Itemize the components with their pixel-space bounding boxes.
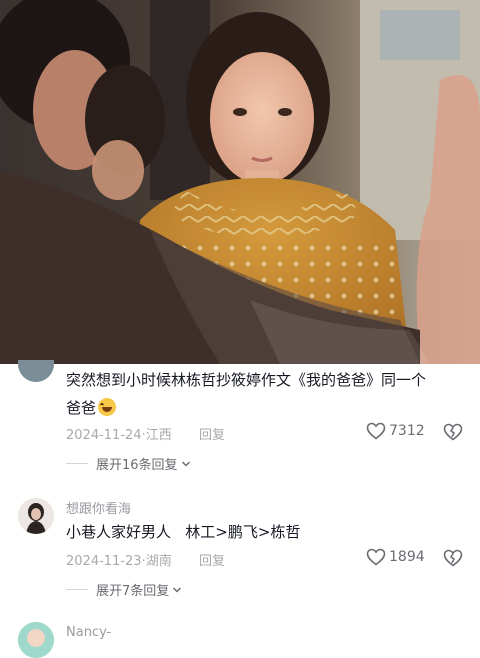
avatar[interactable]	[18, 622, 54, 658]
expand-replies-label: 展开7条回复	[96, 584, 170, 599]
reply-button[interactable]: 回复	[199, 550, 225, 569]
comment-text: 突然想到小时候林栋哲抄筱婷作文《我的爸爸》同一个 爸爸	[66, 366, 426, 422]
avatar-image	[18, 622, 54, 658]
divider-line	[66, 463, 88, 464]
chevron-down-icon	[181, 460, 190, 467]
broken-heart-icon	[443, 423, 463, 441]
expand-replies-button[interactable]: 展开7条回复	[66, 580, 182, 599]
comment-list: 突然想到小时候林栋哲抄筱婷作文《我的爸爸》同一个 爸爸 2024-11-24·江…	[0, 360, 480, 658]
expand-replies-button[interactable]: 展开16条回复	[66, 454, 191, 473]
avatar[interactable]	[18, 360, 54, 382]
comment-date: 2024-11-24	[66, 428, 142, 443]
heart-outline-icon	[366, 422, 386, 440]
laugh-cry-emoji	[98, 398, 117, 416]
dislike-button[interactable]	[443, 423, 463, 445]
comment-location: 江西	[145, 428, 172, 443]
reply-button[interactable]: 回复	[199, 424, 225, 443]
comment-meta: 2024-11-23·湖南	[66, 554, 172, 569]
avatar-image	[18, 498, 54, 534]
comment-text: 小巷人家好男人 林工>鹏飞>栋哲	[66, 523, 301, 541]
comment-username[interactable]: 想跟你看海	[66, 498, 131, 517]
like-count: 7312	[389, 423, 425, 439]
like-count: 1894	[389, 549, 425, 565]
divider-line	[66, 589, 88, 590]
dislike-button[interactable]	[443, 549, 463, 571]
comment-location: 湖南	[145, 554, 172, 569]
like-button[interactable]: 1894	[366, 548, 425, 566]
like-button[interactable]: 7312	[366, 422, 425, 440]
heart-outline-icon	[366, 548, 386, 566]
expand-replies-label: 展开16条回复	[96, 458, 178, 473]
video-frame[interactable]	[0, 0, 480, 364]
comment-date: 2024-11-23	[66, 554, 142, 569]
chevron-down-icon	[173, 586, 182, 593]
avatar[interactable]	[18, 498, 54, 534]
comment-text-line2: 爸爸	[66, 399, 97, 417]
comment-text-line1: 突然想到小时候林栋哲抄筱婷作文《我的爸爸》同一个	[66, 371, 427, 389]
broken-heart-icon	[443, 549, 463, 567]
comment-username[interactable]: Nancy-	[66, 625, 111, 640]
video-still	[0, 0, 480, 364]
comment-meta: 2024-11-24·江西	[66, 428, 172, 443]
